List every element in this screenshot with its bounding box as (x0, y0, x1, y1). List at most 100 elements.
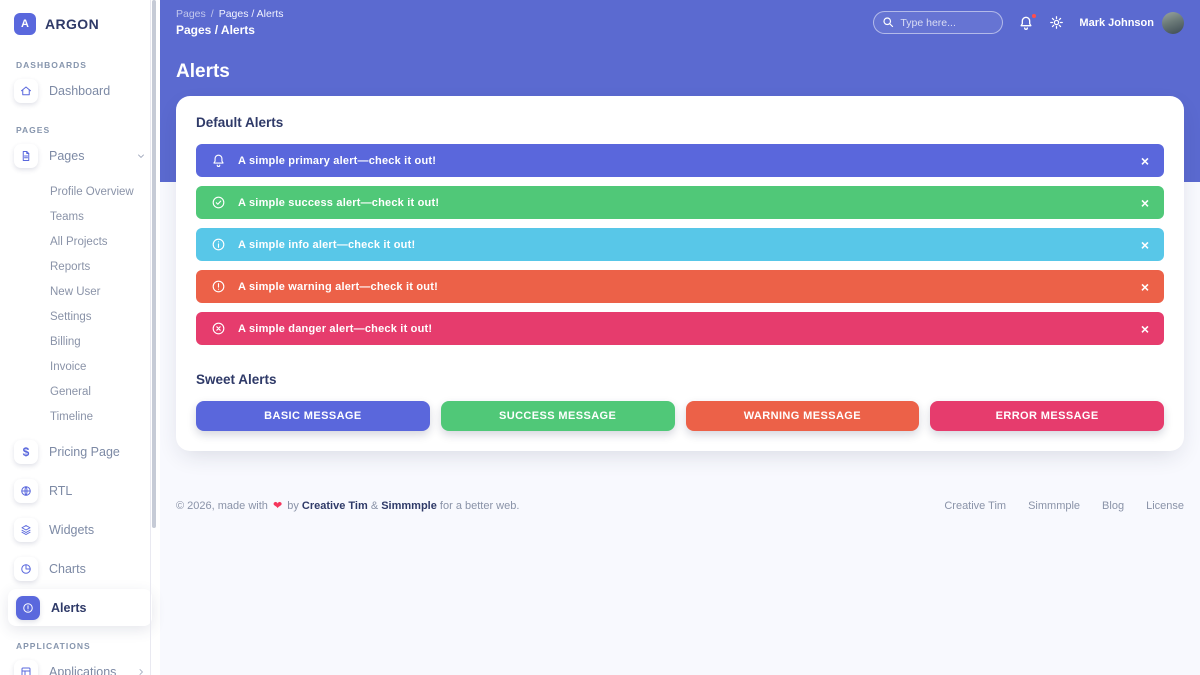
dollar-icon: $ (14, 440, 38, 464)
info-circle-icon (211, 237, 226, 252)
sidebar-subitem-teams[interactable]: Teams (0, 204, 160, 229)
alert-text: A simple danger alert—check it out! (238, 323, 432, 335)
sidebar-scrollbar[interactable] (152, 0, 156, 528)
sidebar-item-charts[interactable]: Charts (0, 549, 160, 588)
brand[interactable]: A ARGON (0, 0, 160, 45)
search-box (873, 11, 1003, 34)
copyright-amp: & (371, 500, 378, 512)
document-icon (14, 144, 38, 168)
sidebar-item-label: RTL (49, 484, 72, 498)
sweet-alert-buttons: BASIC MESSAGE SUCCESS MESSAGE WARNING ME… (196, 401, 1164, 431)
brand-name: ARGON (45, 16, 99, 32)
avatar (1162, 12, 1184, 34)
page-title: Pages / Alerts (176, 23, 284, 37)
user-name: Mark Johnson (1079, 17, 1154, 29)
footer: © 2026, made with ❤ by Creative Tim & Si… (176, 499, 1184, 512)
footer-link-blog[interactable]: Blog (1102, 500, 1124, 512)
basic-message-button[interactable]: BASIC MESSAGE (196, 401, 430, 431)
alerts-card: Default Alerts A simple primary alert—ch… (176, 96, 1184, 451)
sidebar-item-applications[interactable]: Applications (0, 652, 160, 675)
sidebar-subitem-general[interactable]: General (0, 379, 160, 404)
breadcrumb-block: Pages / Pages / Alerts Pages / Alerts (176, 8, 284, 37)
user-menu[interactable]: Mark Johnson (1079, 12, 1184, 34)
x-circle-icon (211, 321, 226, 336)
grid-icon (14, 660, 38, 675)
chevron-right-icon (136, 667, 146, 675)
notification-dot (1032, 14, 1036, 18)
sidebar-item-label: Dashboard (49, 84, 110, 98)
top-navbar: Pages / Pages / Alerts Pages / Alerts (160, 0, 1200, 37)
sweet-alerts-heading: Sweet Alerts (196, 372, 1164, 387)
alert-text: A simple warning alert—check it out! (238, 281, 438, 293)
warning-circle-icon (211, 279, 226, 294)
sidebar-item-label: Charts (49, 562, 86, 576)
sidebar-item-label: Pages (49, 149, 84, 163)
sidebar-item-label: Widgets (49, 523, 94, 537)
sidebar-item-pages[interactable]: Pages (0, 136, 160, 175)
breadcrumb-separator: / (211, 8, 214, 20)
copyright-suffix: for a better web. (440, 500, 520, 512)
sidebar-subitem-billing[interactable]: Billing (0, 329, 160, 354)
error-message-button[interactable]: ERROR MESSAGE (930, 401, 1164, 431)
sidebar-item-widgets[interactable]: Widgets (0, 510, 160, 549)
footer-links: Creative Tim Simmmple Blog License (944, 500, 1184, 512)
breadcrumb-current: Pages / Alerts (219, 8, 284, 20)
close-icon[interactable]: × (1141, 322, 1149, 336)
sidebar: A ARGON DASHBOARDS Dashboard PAGES Pages… (0, 0, 160, 675)
sidebar-subitem-all-projects[interactable]: All Projects (0, 229, 160, 254)
default-alerts-heading: Default Alerts (196, 115, 1164, 130)
close-icon[interactable]: × (1141, 154, 1149, 168)
search-icon (882, 16, 894, 28)
sidebar-subitem-settings[interactable]: Settings (0, 304, 160, 329)
home-icon (14, 79, 38, 103)
alert-danger: A simple danger alert—check it out! × (196, 312, 1164, 345)
navbar-controls: Mark Johnson (873, 8, 1184, 34)
chevron-down-icon (136, 151, 146, 161)
globe-icon (14, 479, 38, 503)
heart-icon: ❤ (273, 500, 282, 512)
sidebar-subitem-invoice[interactable]: Invoice (0, 354, 160, 379)
sidebar-item-dashboard[interactable]: Dashboard (0, 71, 160, 110)
check-circle-icon (211, 195, 226, 210)
hero-title: Alerts (176, 61, 1184, 83)
sidebar-item-rtl[interactable]: RTL (0, 471, 160, 510)
bell-icon (211, 153, 226, 168)
pages-submenu: Profile Overview Teams All Projects Repo… (0, 179, 160, 429)
warning-message-button[interactable]: WARNING MESSAGE (686, 401, 920, 431)
close-icon[interactable]: × (1141, 196, 1149, 210)
simmmple-link[interactable]: Simmmple (381, 500, 437, 512)
brand-logo-icon: A (14, 13, 36, 35)
sidebar-item-label: Applications (49, 665, 116, 675)
sidebar-item-alerts[interactable]: Alerts (8, 589, 152, 626)
main-area: Pages / Pages / Alerts Pages / Alerts (160, 0, 1200, 675)
alert-success: A simple success alert—check it out! × (196, 186, 1164, 219)
alert-text: A simple success alert—check it out! (238, 197, 439, 209)
success-message-button[interactable]: SUCCESS MESSAGE (441, 401, 675, 431)
close-icon[interactable]: × (1141, 280, 1149, 294)
footer-link-license[interactable]: License (1146, 500, 1184, 512)
footer-copyright: © 2026, made with ❤ by Creative Tim & Si… (176, 499, 519, 512)
section-label-dashboards: DASHBOARDS (16, 60, 144, 70)
footer-link-creative-tim[interactable]: Creative Tim (944, 500, 1006, 512)
section-label-pages: PAGES (16, 125, 144, 135)
creative-tim-link[interactable]: Creative Tim (302, 500, 368, 512)
sidebar-item-pricing-page[interactable]: $ Pricing Page (0, 432, 160, 471)
alert-primary: A simple primary alert—check it out! × (196, 144, 1164, 177)
settings-gear-icon[interactable] (1049, 15, 1064, 30)
breadcrumb: Pages / Pages / Alerts (176, 8, 284, 20)
section-label-applications: APPLICATIONS (16, 641, 144, 651)
close-icon[interactable]: × (1141, 238, 1149, 252)
sidebar-divider (150, 0, 151, 675)
sidebar-subitem-profile-overview[interactable]: Profile Overview (0, 179, 160, 204)
footer-link-simmmple[interactable]: Simmmple (1028, 500, 1080, 512)
copyright-by: by (287, 500, 299, 512)
copyright-text: © 2026, made with (176, 500, 268, 512)
alert-warning: A simple warning alert—check it out! × (196, 270, 1164, 303)
alert-circle-icon (16, 596, 40, 620)
breadcrumb-root[interactable]: Pages (176, 8, 206, 20)
sidebar-subitem-reports[interactable]: Reports (0, 254, 160, 279)
notifications-bell-icon[interactable] (1018, 15, 1034, 31)
sidebar-subitem-timeline[interactable]: Timeline (0, 404, 160, 429)
sidebar-subitem-new-user[interactable]: New User (0, 279, 160, 304)
layers-icon (14, 518, 38, 542)
